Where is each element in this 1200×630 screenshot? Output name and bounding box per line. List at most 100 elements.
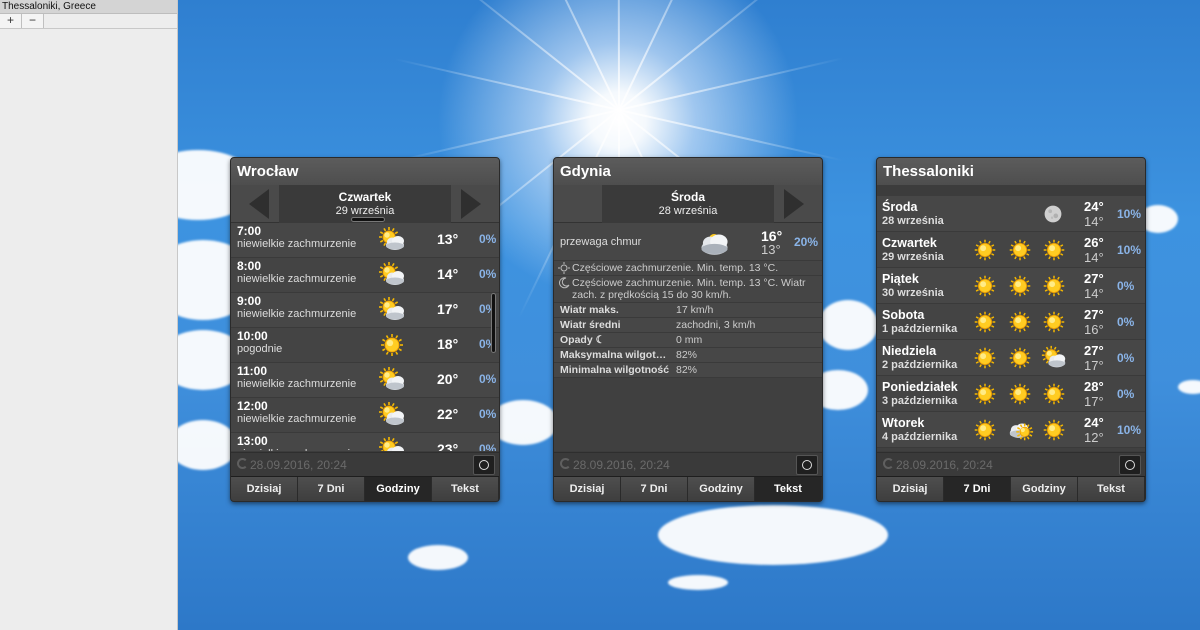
hourly-forecast-list[interactable]: 7:00 niewielkie zachmurzenie 13° 0% 8:00 niew… (231, 223, 499, 451)
cloud-sun-icon (1006, 416, 1034, 444)
hour-time: 7:00 (237, 224, 262, 238)
hour-time: 10:00 (237, 329, 268, 343)
hour-temperature: 18° (437, 336, 459, 352)
prev-day-arrow-icon[interactable] (249, 189, 269, 219)
vertical-scrollbar[interactable] (491, 293, 496, 353)
precip-chance: 0% (479, 267, 497, 281)
temp-low: 14° (1084, 286, 1104, 301)
day-date: 29 września (882, 251, 944, 263)
horizontal-scrollbar[interactable] (351, 217, 385, 222)
sun-icon (1006, 344, 1034, 372)
detail-row: Minimalna wilgotność 82% (554, 363, 822, 378)
hourly-row: 10:00 pogodnie 18° 0% (231, 328, 499, 363)
day-display: Czwartek 29 września (279, 185, 451, 223)
day-name: Środa (670, 190, 705, 204)
widget-tabs: Dzisiaj 7 Dni Godziny Tekst (231, 476, 499, 501)
hour-description: niewielkie zachmurzenie (237, 413, 357, 425)
day-date: 4 października (882, 431, 958, 443)
sun-icon (971, 308, 999, 336)
refresh-icon[interactable] (560, 458, 571, 469)
tab-7-dni[interactable]: 7 Dni (621, 477, 688, 501)
day-date: 2 października (882, 359, 958, 371)
sun-icon (1040, 380, 1068, 408)
tab-tekst[interactable]: Tekst (755, 477, 822, 501)
tab-tekst[interactable]: Tekst (432, 477, 499, 501)
widget-footer: 28.09.2016, 20:24 (877, 452, 1145, 476)
tab-godziny[interactable]: Godziny (688, 477, 755, 501)
precip-chance: 20% (794, 235, 819, 249)
refresh-icon[interactable] (883, 458, 894, 469)
day-date: 29 września (335, 205, 395, 217)
day-display: Środa 28 września (602, 185, 774, 223)
tab-godziny[interactable]: Godziny (365, 477, 432, 501)
small-sun-icon (558, 262, 570, 274)
cloud (668, 575, 728, 590)
daily-row: Środa 28 września 24° 14° 10% (877, 196, 1145, 232)
tab-tekst[interactable]: Tekst (1078, 477, 1145, 501)
refresh-icon[interactable] (237, 458, 248, 469)
hour-temperature: 22° (437, 406, 459, 422)
hour-temperature: 20° (437, 371, 459, 387)
detail-row: Wiatr średni zachodni, 3 km/h (554, 318, 822, 333)
update-timestamp: 28.09.2016, 20:24 (573, 458, 670, 472)
cloud (178, 420, 238, 470)
temp-high: 24° (1084, 415, 1104, 430)
sun-icon (1040, 416, 1068, 444)
sun-icon (971, 416, 999, 444)
sidebar-location-label: Thessaloniki, Greece (2, 1, 96, 12)
tab-dzisiaj[interactable]: Dzisiaj (877, 477, 944, 501)
hour-time: 13:00 (237, 434, 268, 448)
info-button[interactable] (796, 455, 818, 475)
tab-7-dni[interactable]: 7 Dni (944, 477, 1011, 501)
tab-dzisiaj[interactable]: Dzisiaj (554, 477, 621, 501)
forecast-summary-row: przewaga chmur 16° 13° 20% (554, 223, 822, 261)
daily-row: Niedziela 2 października 27° 17° 0% (877, 340, 1145, 376)
hour-time: 12:00 (237, 399, 268, 413)
cloud (408, 545, 468, 570)
sun-icon (971, 272, 999, 300)
day-name: Piątek (882, 272, 919, 286)
remove-location-button[interactable]: − (22, 14, 44, 28)
sun-cloud-icon (377, 436, 407, 451)
sidebar-location-item[interactable]: Thessaloniki, Greece (0, 0, 177, 14)
widget-thessaloniki: Thessaloniki Środa 28 września 24° 14° 10% Cz… (876, 157, 1146, 502)
hourly-row: 8:00 niewielkie zachmurzenie 14° 0% (231, 258, 499, 293)
precip-chance: 10% (1117, 423, 1142, 437)
info-button[interactable] (1119, 455, 1141, 475)
temp-high: 27° (1084, 343, 1104, 358)
day-name: Czwartek (338, 190, 392, 204)
next-day-arrow-icon[interactable] (461, 189, 481, 219)
precip-chance: 0% (1117, 387, 1135, 401)
hour-temperature: 14° (437, 266, 459, 282)
sun-icon (1040, 272, 1068, 300)
day-forecast-text: Częściowe zachmurzenie. Min. temp. 13 °C… (554, 261, 822, 276)
widget-gdynia: Gdynia Środa 28 września przewaga chmur … (553, 157, 823, 502)
forecast-summary: przewaga chmur (560, 236, 642, 248)
daily-row: Sobota 1 października 27° 16° 0% (877, 304, 1145, 340)
sun-cloud-icon (377, 296, 407, 324)
detail-label: Minimalna wilgotność (560, 364, 670, 376)
hourly-row: 11:00 niewielkie zachmurzenie 20° 0% (231, 363, 499, 398)
precip-chance: 0% (1117, 279, 1135, 293)
day-name: Poniedziałek (882, 380, 958, 394)
add-location-button[interactable]: + (0, 14, 22, 28)
hourly-row: 12:00 niewielkie zachmurzenie 22° 0% (231, 398, 499, 433)
hour-temperature: 23° (437, 441, 459, 451)
sun-icon (1006, 380, 1034, 408)
hour-time: 11:00 (237, 364, 268, 378)
seven-day-forecast-list: Środa 28 września 24° 14° 10% Czwartek 29 wrze… (877, 196, 1145, 451)
info-button[interactable] (473, 455, 495, 475)
tab-7-dni[interactable]: 7 Dni (298, 477, 365, 501)
widget-city-title: Thessaloniki (877, 158, 1145, 185)
widget-city-title: Gdynia (554, 158, 822, 185)
tab-godziny[interactable]: Godziny (1011, 477, 1078, 501)
day-name: Sobota (882, 308, 925, 322)
hour-description: niewielkie zachmurzenie (237, 308, 357, 320)
tab-dzisiaj[interactable]: Dzisiaj (231, 477, 298, 501)
sun-cloud-icon (377, 401, 407, 429)
hour-description: niewielkie zachmurzenie (237, 273, 357, 285)
cloud (658, 505, 888, 565)
hour-temperature: 17° (437, 301, 459, 317)
next-day-arrow-icon[interactable] (784, 189, 804, 219)
temp-high: 27° (1084, 271, 1104, 286)
